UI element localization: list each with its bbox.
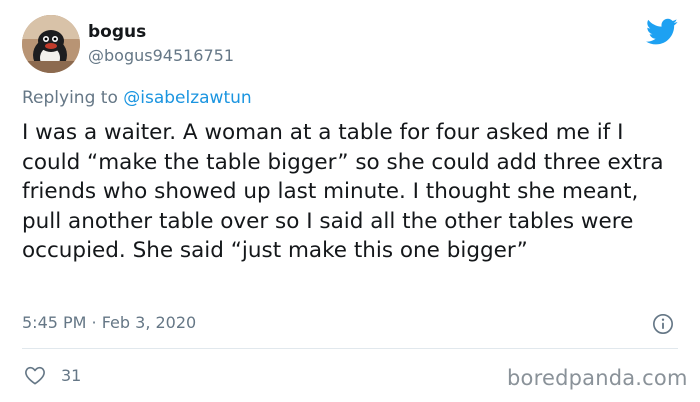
info-icon[interactable] bbox=[652, 313, 674, 335]
divider bbox=[22, 348, 678, 349]
avatar-image bbox=[22, 15, 80, 73]
replying-to: Replying to @isabelzawtun bbox=[22, 88, 252, 108]
like-count: 31 bbox=[61, 366, 82, 385]
tweet-timestamp[interactable]: 5:45 PM · Feb 3, 2020 bbox=[22, 313, 196, 332]
heart-icon[interactable] bbox=[24, 365, 46, 385]
replying-to-label: Replying to bbox=[22, 88, 118, 108]
avatar[interactable] bbox=[22, 15, 80, 73]
author-handle[interactable]: @bogus94516751 bbox=[88, 46, 234, 65]
tweet-text: I was a waiter. A woman at a table for f… bbox=[22, 120, 664, 264]
author-name[interactable]: bogus bbox=[88, 22, 146, 42]
reply-mention-link[interactable]: @isabelzawtun bbox=[123, 88, 251, 108]
watermark: boredpanda.com bbox=[507, 366, 688, 390]
twitter-bird-icon bbox=[646, 18, 678, 45]
